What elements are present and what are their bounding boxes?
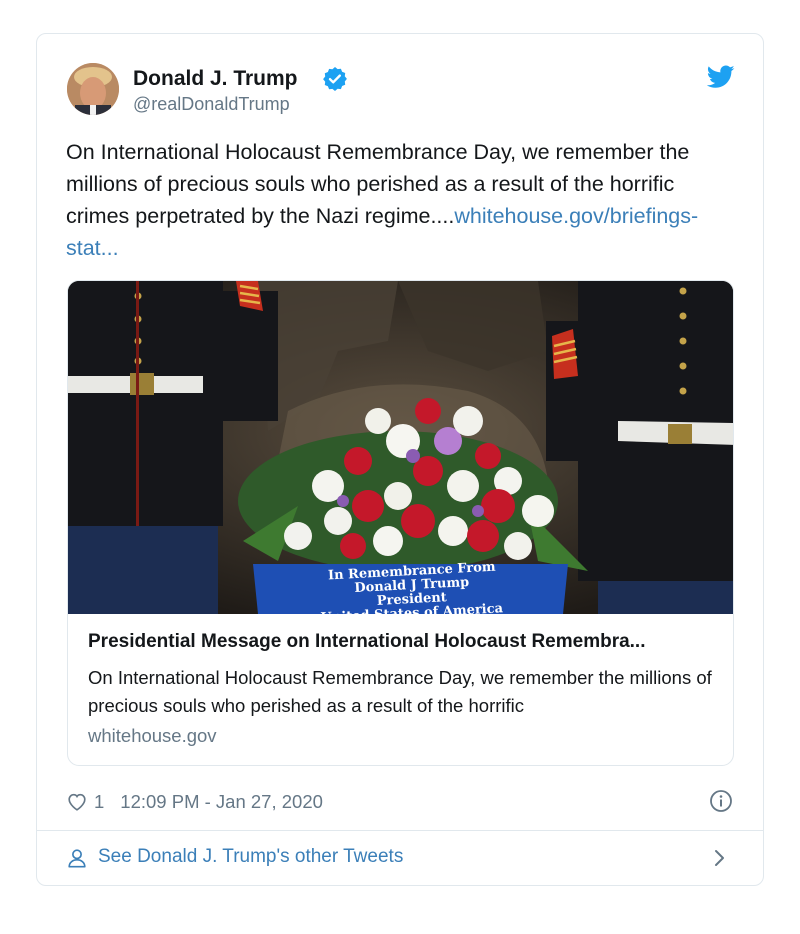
timestamp[interactable]: 12:09 PM - Jan 27, 2020 [120, 791, 323, 813]
other-tweets-link[interactable]: See Donald J. Trump's other Tweets [37, 831, 763, 885]
tweet-card: Donald J. Trump @realDonaldTrump On Inte… [36, 33, 764, 886]
verified-badge-icon [323, 67, 347, 91]
link-title[interactable]: Presidential Message on International Ho… [88, 631, 718, 653]
person-icon [68, 849, 86, 868]
other-tweets-label[interactable]: See Donald J. Trump's other Tweets [98, 846, 403, 868]
link-preview-image[interactable]: In Remembrance From Donald J Trump Presi… [68, 281, 733, 614]
author-handle[interactable]: @realDonaldTrump [133, 94, 290, 115]
info-icon[interactable] [709, 789, 733, 813]
avatar[interactable] [67, 63, 119, 115]
link-description: On International Holocaust Remembrance D… [88, 667, 712, 716]
author-name[interactable]: Donald J. Trump [133, 67, 298, 91]
heart-icon[interactable] [66, 791, 88, 813]
twitter-bird-icon[interactable] [707, 65, 735, 89]
chevron-right-icon[interactable] [713, 848, 727, 868]
like-count[interactable]: 1 [94, 791, 104, 813]
link-preview-card[interactable]: In Remembrance From Donald J Trump Presi… [67, 280, 734, 766]
tweet-meta: 1 12:09 PM - Jan 27, 2020 [66, 790, 323, 814]
link-domain: whitehouse.gov [88, 725, 217, 746]
tweet-text: On International Holocaust Remembrance D… [66, 136, 726, 264]
